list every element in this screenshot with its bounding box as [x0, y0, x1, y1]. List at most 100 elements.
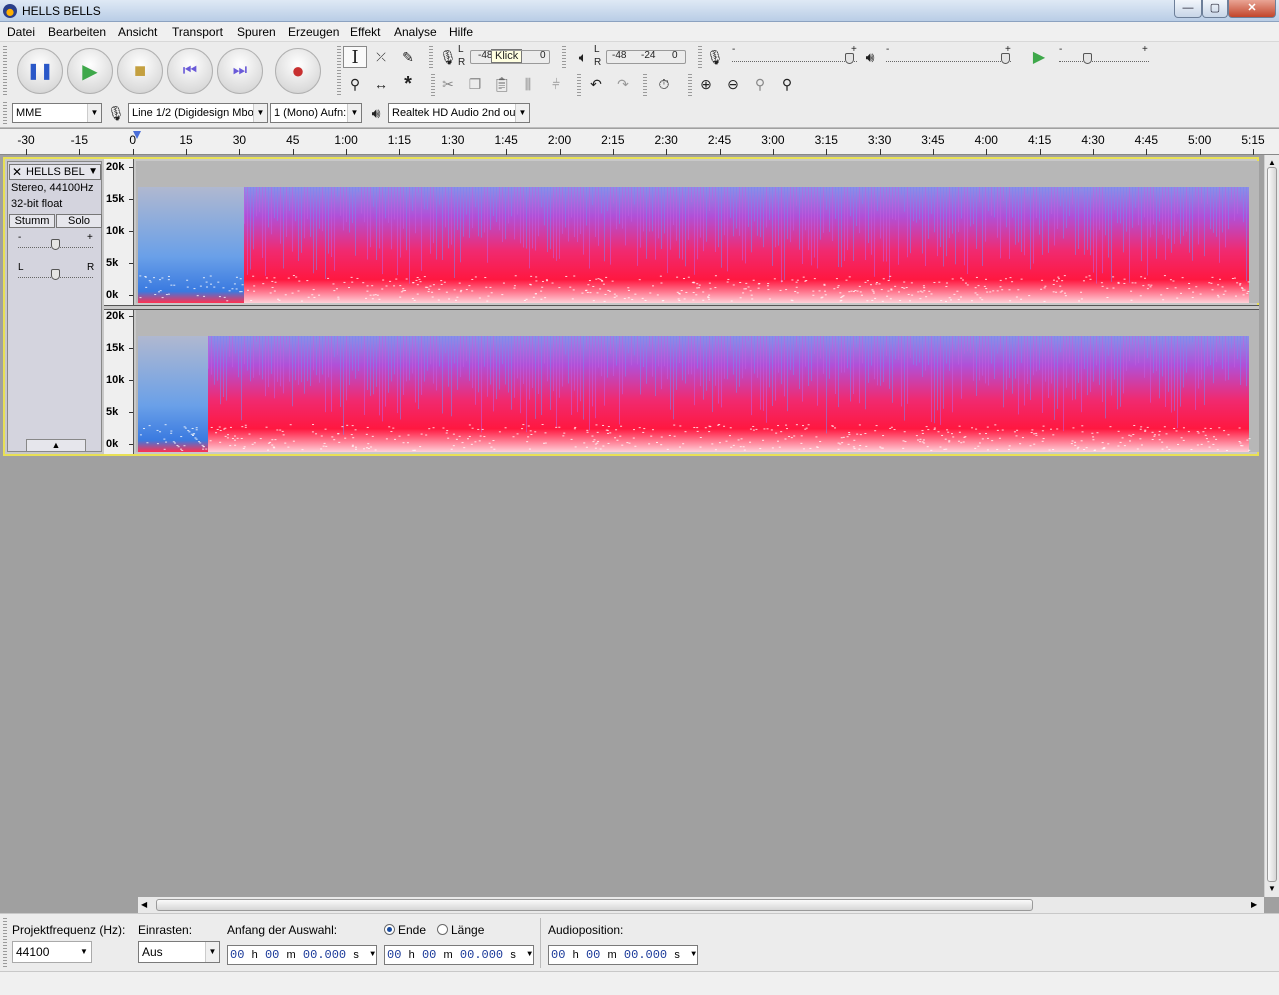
- track-name[interactable]: HELLS BEL: [26, 166, 85, 178]
- gain-slider[interactable]: [18, 236, 93, 250]
- playback-level-meter[interactable]: [606, 50, 686, 64]
- slider-thumb[interactable]: [51, 239, 60, 250]
- input-channels-select[interactable]: 1 (Mono) Aufn: ▼: [270, 103, 362, 123]
- horizontal-scrollbar[interactable]: ◀ ▶: [138, 897, 1264, 913]
- collapse-track-button[interactable]: ▲: [26, 439, 86, 452]
- selection-end-time[interactable]: 00 h 00 m 00.000 s ▼: [384, 945, 534, 965]
- meter-left-label: L: [458, 44, 464, 55]
- input-device-select[interactable]: Line 1/2 (Digidesign Mbo: ▼: [128, 103, 268, 123]
- menu-transport[interactable]: Transport: [172, 25, 223, 39]
- spectrogram-left-channel[interactable]: [136, 161, 1259, 303]
- toolbar-grip[interactable]: [431, 74, 435, 96]
- redo-button[interactable]: ↷: [611, 73, 635, 95]
- skip-end-button[interactable]: ⏭: [217, 48, 263, 94]
- vertical-scroll-thumb[interactable]: [1267, 167, 1277, 882]
- slider-thumb[interactable]: [51, 269, 60, 280]
- spectrogram-right-channel[interactable]: [136, 310, 1259, 452]
- multi-tool[interactable]: *: [396, 73, 420, 95]
- scroll-right-icon[interactable]: ▶: [1251, 900, 1257, 909]
- envelope-tool[interactable]: ⤫: [369, 46, 393, 68]
- slider-thumb[interactable]: [1001, 53, 1010, 64]
- track-close-button[interactable]: ✕: [12, 165, 22, 179]
- maximize-button[interactable]: ▢: [1202, 0, 1228, 18]
- output-volume-slider[interactable]: [886, 50, 1011, 64]
- toolbar-grip[interactable]: [3, 102, 7, 124]
- menu-effekt[interactable]: Effekt: [350, 25, 380, 39]
- toolbar-grip[interactable]: [337, 46, 341, 96]
- ruler-tick: [26, 149, 27, 155]
- audio-host-select[interactable]: MME ▼: [12, 103, 102, 123]
- copy-button[interactable]: ❐: [463, 73, 487, 95]
- pause-button[interactable]: ❚❚: [17, 48, 63, 94]
- slider-thumb[interactable]: [1083, 53, 1092, 64]
- toolbar-grip[interactable]: [643, 74, 647, 96]
- track-menu-button[interactable]: ▼: [88, 166, 98, 177]
- toolbar-grip[interactable]: [688, 74, 692, 96]
- menu-spuren[interactable]: Spuren: [237, 25, 276, 39]
- audio-host-value: MME: [16, 107, 42, 119]
- menu-ansicht[interactable]: Ansicht: [118, 25, 157, 39]
- selection-start-time[interactable]: 00 h 00 m 00.000 s ▼: [227, 945, 377, 965]
- toolbar-grip[interactable]: [3, 46, 7, 96]
- zoom-out-button[interactable]: ⊖: [721, 73, 745, 95]
- timeline-ruler[interactable]: -30 -15 0 15 30 45 1:00 1:15 1:30 1:45 2:00 2:15 2:3…: [0, 129, 1279, 155]
- record-button[interactable]: ●: [275, 48, 321, 94]
- snap-select[interactable]: Aus ▼: [138, 941, 220, 963]
- play-meter-button[interactable]: 🔈︎: [571, 46, 595, 68]
- horizontal-scroll-thumb[interactable]: [156, 899, 1033, 911]
- ruler-tick-label: 3:30: [867, 133, 892, 147]
- menu-hilfe[interactable]: Hilfe: [449, 25, 473, 39]
- cut-button[interactable]: ✂: [436, 73, 460, 95]
- pan-slider[interactable]: [18, 266, 93, 280]
- fit-project-button[interactable]: ⚲: [775, 73, 799, 95]
- draw-tool[interactable]: ✎: [396, 46, 420, 68]
- undo-button[interactable]: ↶: [584, 73, 608, 95]
- toolbar-grip[interactable]: [3, 918, 7, 968]
- menu-bearbeiten[interactable]: Bearbeiten: [48, 25, 106, 39]
- scroll-up-icon[interactable]: ▲: [1268, 158, 1276, 167]
- play-button[interactable]: ▶: [67, 48, 113, 94]
- record-meter-button[interactable]: 🎙︎: [436, 46, 460, 68]
- play-icon: ▶: [82, 60, 98, 83]
- silence-button[interactable]: ⫩: [544, 73, 568, 95]
- vertical-scrollbar[interactable]: ▲ ▼: [1264, 155, 1279, 897]
- toolbar-grip[interactable]: [577, 74, 581, 96]
- toolbar-grip[interactable]: [698, 46, 702, 68]
- input-volume-button[interactable]: 🎙︎: [703, 46, 727, 68]
- output-device-select[interactable]: Realtek HD Audio 2nd ou ▼: [388, 103, 530, 123]
- menu-erzeugen[interactable]: Erzeugen: [288, 25, 339, 39]
- audio-position-time[interactable]: 00 h 00 m 00.000 s ▼: [548, 945, 698, 965]
- zoom-tool[interactable]: ⚲: [343, 73, 367, 95]
- input-device-value: Line 1/2 (Digidesign Mbo:: [132, 107, 257, 119]
- output-volume-button[interactable]: 🔊︎: [858, 46, 882, 68]
- solo-button[interactable]: Solo: [56, 214, 102, 228]
- toolbar-grip[interactable]: [429, 46, 433, 68]
- menu-analyse[interactable]: Analyse: [394, 25, 437, 39]
- input-volume-slider[interactable]: [732, 50, 857, 64]
- toolbar-grip[interactable]: [562, 46, 566, 68]
- trim-button[interactable]: ⫼: [516, 73, 540, 95]
- play-speed-slider[interactable]: [1059, 50, 1149, 64]
- stop-button[interactable]: ■: [117, 48, 163, 94]
- scroll-down-icon[interactable]: ▼: [1268, 884, 1276, 893]
- timeshift-tool[interactable]: ↔: [369, 73, 393, 95]
- paste-button[interactable]: 📋︎: [490, 73, 514, 95]
- length-radio[interactable]: Länge: [437, 923, 484, 937]
- menu-datei[interactable]: Datei: [7, 25, 35, 39]
- scroll-left-icon[interactable]: ◀: [141, 900, 147, 909]
- ruler-tick-label: 30: [232, 133, 247, 147]
- minimize-button[interactable]: —: [1174, 0, 1202, 18]
- end-radio[interactable]: Ende: [384, 923, 426, 937]
- close-window-button[interactable]: ✕: [1228, 0, 1276, 18]
- play-at-speed-button[interactable]: ▶: [1027, 46, 1051, 68]
- record-level-meter[interactable]: [470, 50, 550, 64]
- slider-thumb[interactable]: [845, 53, 854, 64]
- project-rate-select[interactable]: 44100 ▼: [12, 941, 92, 963]
- playhead-marker-icon[interactable]: [133, 131, 141, 139]
- selection-tool[interactable]: I: [343, 46, 367, 68]
- sync-lock-button[interactable]: ⏱: [652, 73, 676, 95]
- mute-button[interactable]: Stumm: [9, 214, 55, 228]
- skip-start-button[interactable]: ⏮: [167, 48, 213, 94]
- zoom-in-button[interactable]: ⊕: [694, 73, 718, 95]
- fit-selection-button[interactable]: ⚲: [748, 73, 772, 95]
